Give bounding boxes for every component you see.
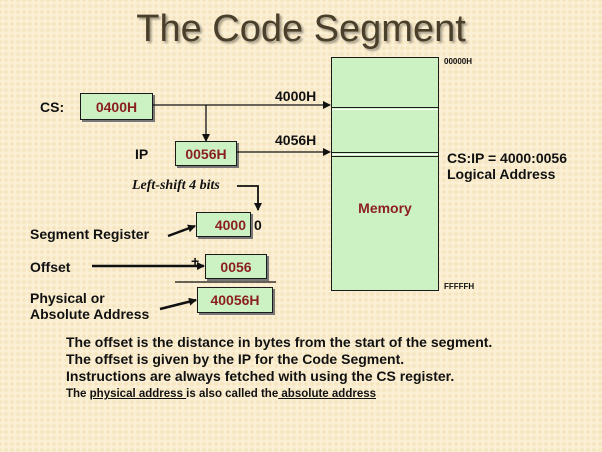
physical-address-arrow (159, 297, 197, 311)
diagram-arrows (92, 101, 331, 311)
shift-arrow (237, 185, 262, 211)
segment-register-arrow (167, 224, 196, 238)
